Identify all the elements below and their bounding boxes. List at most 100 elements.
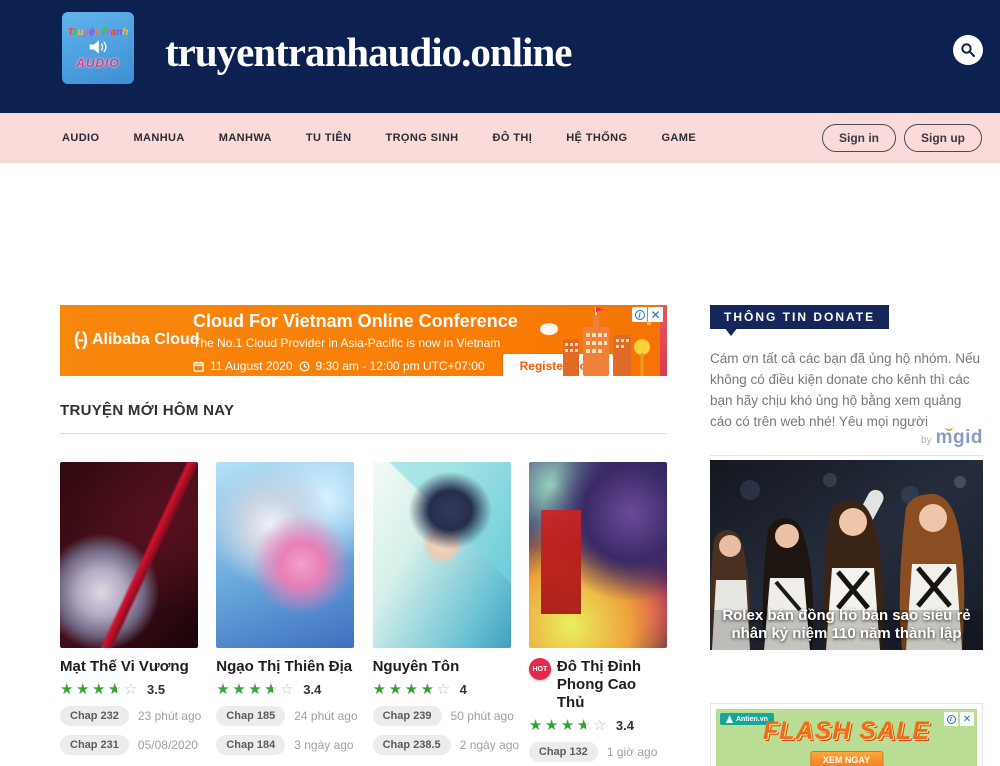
- star-icon: ☆★: [264, 682, 280, 697]
- comic-card: Mạt Thế Vi Vương ★★★☆★☆ 3.5 Chap 232 23 …: [60, 462, 198, 766]
- star-icon: ☆: [437, 682, 453, 697]
- nav-item-manhwa[interactable]: MANHWA: [219, 132, 272, 144]
- comic-card: Nguyên Tôn ★★★★☆ 4 Chap 239 50 phút ago …: [373, 462, 511, 766]
- comic-cover[interactable]: [216, 462, 354, 648]
- comic-card: HOT Đô Thị Đỉnh Phong Cao Thủ ★★★☆★☆ 3.4…: [529, 462, 667, 766]
- sidebar-divider: [710, 455, 983, 456]
- chapter-time: 1 giờ ago: [607, 745, 658, 759]
- comic-title: HOT Đô Thị Đỉnh Phong Cao Thủ: [529, 658, 667, 712]
- star-icon: ★: [529, 718, 545, 733]
- main-nav: AUDIO MANHUA MANHWA TU TIÊN TRỌNG SINH ĐÔ THỊ…: [0, 113, 1000, 163]
- comic-title-link[interactable]: Mạt Thế Vi Vương: [60, 658, 189, 676]
- comic-cover[interactable]: [60, 462, 198, 648]
- nav-items: AUDIO MANHUA MANHWA TU TIÊN TRỌNG SINH ĐÔ THỊ…: [62, 132, 696, 144]
- alibaba-cloud-ad-banner[interactable]: (-) Alibaba Cloud Cloud For Vietnam Onli…: [60, 305, 667, 376]
- star-icon: ☆: [593, 718, 609, 733]
- chapter-time: 24 phút ago: [294, 709, 357, 723]
- nav-item-audio[interactable]: AUDIO: [62, 132, 99, 144]
- chapter-link[interactable]: Chap 231: [60, 735, 129, 755]
- comic-card: Ngạo Thị Thiên Địa ★★★☆★☆ 3.4 Chap 185 2…: [216, 462, 354, 766]
- nav-item-manhua[interactable]: MANHUA: [133, 132, 184, 144]
- site-title: truyentranhaudio.online: [165, 28, 571, 76]
- nav-item-tu-tiên[interactable]: TU TIÊN: [306, 132, 352, 144]
- chapter-link[interactable]: Chap 185: [216, 706, 285, 726]
- ad-time: 9:30 am - 12:00 pm UTC+07:00: [316, 359, 485, 373]
- chapter-link[interactable]: Chap 232: [60, 706, 129, 726]
- ad-subtitle: The No.1 Cloud Provider in Asia-Pacific …: [193, 336, 500, 350]
- star-icon: ☆: [124, 682, 140, 697]
- chapter-link[interactable]: Chap 132: [529, 742, 598, 762]
- chapter-time: 3 ngày ago: [294, 738, 353, 752]
- search-button[interactable]: [953, 35, 983, 65]
- comic-title: Nguyên Tôn: [373, 658, 511, 676]
- chapter-time: 23 phút ago: [138, 709, 201, 723]
- star-icon: ★: [216, 682, 232, 697]
- rating-row: ★★★☆★☆ 3.4: [529, 718, 667, 733]
- section-divider: [60, 433, 667, 434]
- ad-info-icon[interactable]: i: [632, 307, 647, 322]
- star-icon: ★: [248, 682, 264, 697]
- donate-heading-tail: [724, 327, 738, 336]
- chapter-link[interactable]: Chap 184: [216, 735, 285, 755]
- rating-row: ★★★☆★☆ 3.4: [216, 682, 354, 697]
- hot-badge: HOT: [529, 658, 551, 680]
- sign-in-button[interactable]: Sign in: [822, 124, 896, 152]
- comic-cover[interactable]: [373, 462, 511, 648]
- chapter-link[interactable]: Chap 239: [373, 706, 442, 726]
- flash-sale-ad[interactable]: Antien.vn i ✕ FLASH SALE XEM NGAY: [710, 703, 983, 766]
- alibaba-brand-name: Alibaba Cloud: [92, 331, 200, 349]
- star-icon: ☆★: [108, 682, 124, 697]
- mgid-by-label: by: [921, 435, 932, 446]
- native-ad-caption: Rolex bán đồng hồ bản sao siêu rẻ nhân k…: [714, 607, 979, 645]
- chapter-row: Chap 185 24 phút ago: [216, 706, 354, 726]
- star-icon: ★: [561, 718, 577, 733]
- star-rating: ★★★☆★☆: [529, 718, 609, 733]
- chapter-row: Chap 232 23 phút ago: [60, 706, 198, 726]
- auth-buttons: Sign in Sign up: [822, 124, 982, 152]
- nav-item-game[interactable]: GAME: [661, 132, 696, 144]
- star-icon: ★: [545, 718, 561, 733]
- chapter-row: Chap 239 50 phút ago: [373, 706, 511, 726]
- rating-value: 3.4: [303, 682, 321, 697]
- site-logo[interactable]: TruyệnTranh AUDIO: [62, 12, 134, 84]
- flash-sale-title: FLASH SALE: [716, 717, 977, 746]
- star-icon: ★: [405, 682, 421, 697]
- section-title: TRUYỆN MỚI HÔM NAY: [60, 402, 234, 419]
- comic-cover[interactable]: [529, 462, 667, 648]
- alibaba-logo-icon: (-): [74, 329, 86, 350]
- star-icon: ★: [60, 682, 76, 697]
- mgid-attribution[interactable]: by mgid: [921, 427, 983, 449]
- rating-row: ★★★☆★☆ 3.5: [60, 682, 198, 697]
- mgid-logo: mgid: [936, 427, 983, 449]
- sidebar: THÔNG TIN DONATE Cám ơn tất cả các bạn đ…: [710, 305, 983, 766]
- star-icon: ★: [373, 682, 389, 697]
- alibaba-cloud-logo: (-) Alibaba Cloud: [74, 329, 200, 350]
- nav-item-hệ-thống[interactable]: HỆ THỐNG: [566, 132, 627, 144]
- clock-icon: [299, 361, 310, 372]
- comic-title-link[interactable]: Nguyên Tôn: [373, 658, 460, 676]
- rating-value: 3.5: [147, 682, 165, 697]
- logo-audio-label: AUDIO: [76, 56, 120, 70]
- xem-ngay-button[interactable]: XEM NGAY: [810, 751, 883, 766]
- chapter-row: Chap 238.5 2 ngày ago: [373, 735, 511, 755]
- nav-item-trọng-sinh[interactable]: TRỌNG SINH: [385, 132, 458, 144]
- sign-up-button[interactable]: Sign up: [904, 124, 982, 152]
- native-ad-rolex[interactable]: Rolex bán đồng hồ bản sao siêu rẻ nhân k…: [710, 460, 983, 650]
- donate-heading: THÔNG TIN DONATE: [710, 305, 889, 329]
- calendar-icon: [193, 361, 204, 372]
- star-icon: ★: [92, 682, 108, 697]
- flash-sale-ad-inner: Antien.vn i ✕ FLASH SALE XEM NGAY: [716, 709, 977, 766]
- star-rating: ★★★★☆: [373, 682, 453, 697]
- comic-title-link[interactable]: Đô Thị Đỉnh Phong Cao Thủ: [557, 658, 667, 712]
- chapter-row: Chap 231 05/08/2020: [60, 735, 198, 755]
- star-icon: ★: [232, 682, 248, 697]
- nav-item-đô-thị[interactable]: ĐÔ THỊ: [493, 132, 533, 144]
- ad-close-icon[interactable]: ✕: [648, 307, 663, 322]
- comic-title-link[interactable]: Ngạo Thị Thiên Địa: [216, 658, 352, 676]
- rating-value: 4: [460, 682, 467, 697]
- chapter-row: Chap 132 1 giờ ago: [529, 742, 667, 762]
- ad-date: 11 August 2020: [210, 359, 293, 373]
- logo-text: TruyệnTranh: [68, 27, 129, 38]
- main-column: (-) Alibaba Cloud Cloud For Vietnam Onli…: [60, 305, 667, 766]
- chapter-link[interactable]: Chap 238.5: [373, 735, 451, 755]
